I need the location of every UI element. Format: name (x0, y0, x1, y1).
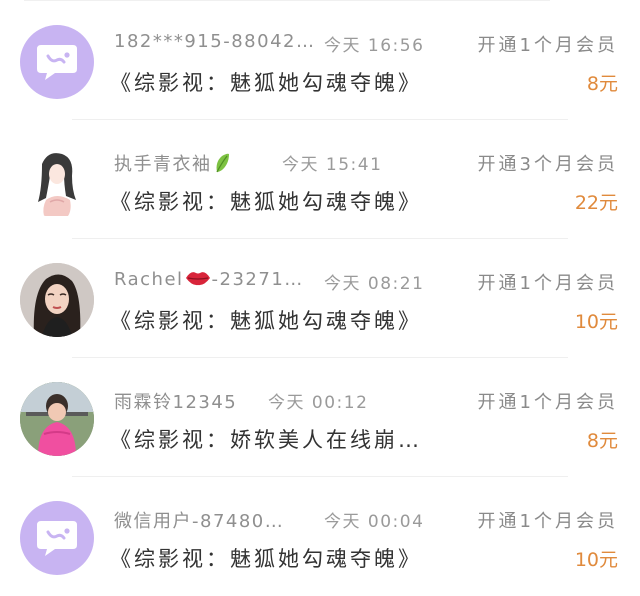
avatar[interactable] (20, 263, 94, 337)
chat-bubble-icon (37, 45, 77, 80)
user-name: 执手青衣袖 (114, 150, 230, 176)
user-name-suffix: -23271… (211, 269, 304, 290)
user-name: 微信用户-87480… (114, 511, 285, 532)
user-name: Rachel -23271… (114, 269, 304, 290)
avatar[interactable] (20, 501, 94, 575)
chat-bubble-icon (37, 521, 77, 556)
book-title: 《综影视：娇软美人在线崩… (110, 428, 422, 452)
order-time: 今天 16:56 (324, 36, 425, 56)
order-price: 8元 (586, 430, 618, 452)
order-description: 开通3个月会员 (477, 154, 618, 175)
order-time: 今天 00:12 (268, 393, 369, 413)
avatar[interactable] (20, 25, 94, 99)
order-description: 开通1个月会员 (477, 35, 618, 56)
avatar[interactable] (20, 144, 94, 218)
anime-girl-avatar (20, 144, 94, 218)
order-row[interactable]: 182***915-88042… 今天 16:56 开通1个月会员 《综影视：魅… (0, 1, 640, 120)
order-time: 今天 15:41 (282, 155, 383, 175)
order-price: 22元 (574, 192, 618, 214)
order-row[interactable]: 执手青衣袖 今天 15:41 开通3个月会员 《综影视：魅狐她勾魂夺魄》 22元 (0, 120, 640, 239)
book-title: 《综影视：魅狐她勾魂夺魄》 (110, 309, 422, 333)
order-time: 今天 08:21 (324, 274, 425, 294)
user-name: 182***915-88042… (114, 31, 316, 52)
order-description: 开通1个月会员 (477, 511, 618, 532)
woman-photo-avatar (20, 263, 94, 337)
order-row[interactable]: 雨霖铃12345 今天 00:12 开通1个月会员 《综影视：娇软美人在线崩… … (0, 358, 640, 477)
lips-icon (185, 272, 210, 286)
order-row[interactable]: Rachel -23271… 今天 08:21 开通1个月会员 《综影视：魅狐她… (0, 239, 640, 358)
user-name-text: 执手青衣袖 (114, 154, 212, 175)
book-title: 《综影视：魅狐她勾魂夺魄》 (110, 547, 422, 571)
child-photo-avatar (20, 382, 94, 456)
user-name: 雨霖铃12345 (114, 392, 238, 413)
order-description: 开通1个月会员 (477, 273, 618, 294)
order-time: 今天 00:04 (324, 512, 425, 532)
order-price: 10元 (574, 549, 618, 571)
user-name-prefix: Rachel (114, 269, 184, 290)
leaf-icon (215, 153, 229, 173)
avatar[interactable] (20, 382, 94, 456)
order-price: 8元 (586, 73, 618, 95)
book-title: 《综影视：魅狐她勾魂夺魄》 (110, 190, 422, 214)
order-price: 10元 (574, 311, 618, 333)
order-description: 开通1个月会员 (477, 392, 618, 413)
order-list: 182***915-88042… 今天 16:56 开通1个月会员 《综影视：魅… (0, 0, 640, 593)
book-title: 《综影视：魅狐她勾魂夺魄》 (110, 71, 422, 95)
order-row[interactable]: 微信用户-87480… 今天 00:04 开通1个月会员 《综影视：魅狐她勾魂夺… (0, 477, 640, 596)
